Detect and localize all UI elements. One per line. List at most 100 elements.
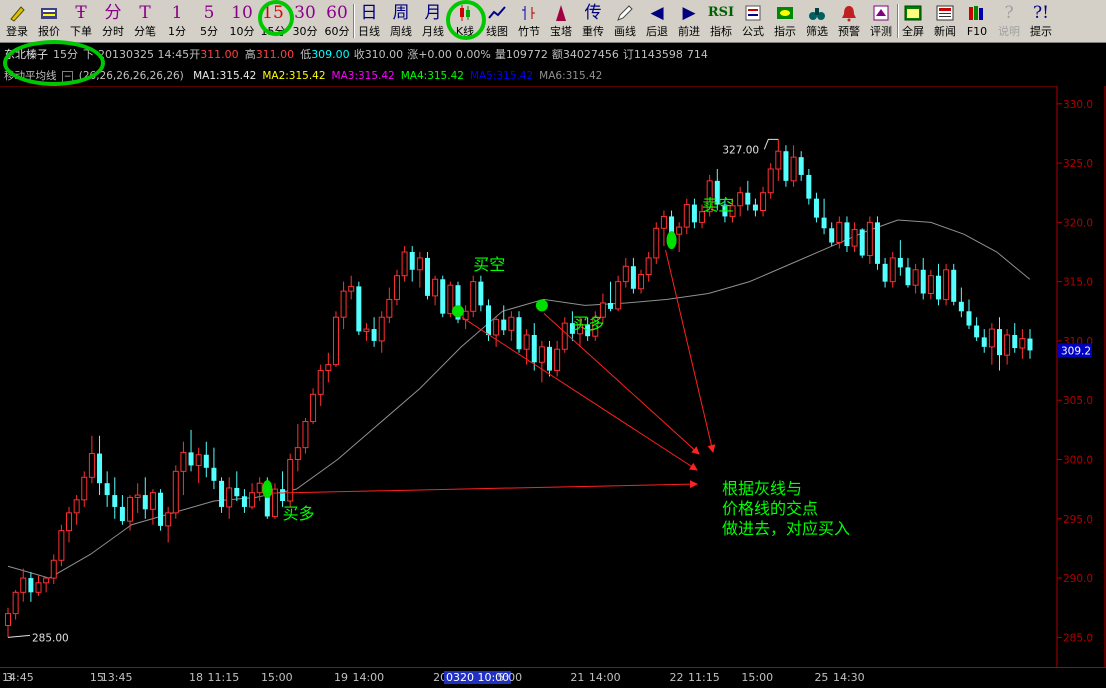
y-tick-label: 295.0 bbox=[1063, 514, 1093, 526]
toolbar-button-20[interactable]: ◀ 后退 bbox=[642, 1, 672, 41]
toolbar-label: F10 bbox=[966, 25, 988, 38]
toolbar-button-10[interactable]: 60 60分 bbox=[322, 1, 352, 41]
candle-body-down bbox=[783, 151, 789, 181]
toolbar-button-31[interactable]: ? 说明 bbox=[994, 1, 1024, 41]
candle-body-up bbox=[1019, 338, 1026, 349]
toolbar-button-4[interactable]: T 分笔 bbox=[130, 1, 160, 41]
candle-body-down bbox=[691, 204, 697, 223]
toolbar-button-5[interactable]: 1 1分 bbox=[162, 1, 192, 41]
toolbar-glyph: T bbox=[139, 3, 151, 23]
candle-body-down bbox=[485, 305, 491, 335]
toolbar-button-0[interactable]: 登录 bbox=[2, 1, 32, 41]
candle-body-down bbox=[806, 174, 812, 199]
y-tick-label: 330.0 bbox=[1063, 99, 1093, 111]
candle-body-down bbox=[752, 204, 758, 211]
toolbar-button-1[interactable]: 报价 bbox=[34, 1, 64, 41]
candle-body-up bbox=[378, 316, 385, 342]
toolbar-button-13[interactable]: 月月线 bbox=[418, 1, 448, 41]
binoculars-icon bbox=[802, 1, 832, 25]
ma-value-3: MA3:315.42 bbox=[331, 70, 395, 82]
y-tick-label: 290.0 bbox=[1063, 573, 1093, 585]
extra-value: 714 bbox=[686, 48, 708, 61]
toolbar-button-15[interactable]: 线图 bbox=[482, 1, 512, 41]
candle-body-up bbox=[172, 470, 179, 514]
candle-body-up bbox=[332, 316, 339, 366]
low-value: 309.00 bbox=[311, 48, 350, 61]
volume-label: 量 bbox=[494, 48, 506, 61]
change-pct: 0.00% bbox=[455, 48, 491, 61]
candle-body-down bbox=[905, 267, 911, 286]
candle-body-up bbox=[81, 476, 88, 501]
toolbar-button-12[interactable]: 周周线 bbox=[386, 1, 416, 41]
y-tick-label: 285.0 bbox=[1063, 632, 1093, 644]
signal-arrow bbox=[273, 480, 698, 494]
x-tick-label: 21 bbox=[570, 671, 585, 684]
toolbar-button-21[interactable]: ▶ 前进 bbox=[674, 1, 704, 41]
candle-body-up bbox=[340, 290, 347, 318]
toolbar-button-24[interactable]: 指示 bbox=[770, 1, 800, 41]
candle-body-down bbox=[630, 266, 636, 289]
toolbar-glyph: ? bbox=[1004, 3, 1014, 23]
toolbar-button-23[interactable]: 公式 bbox=[738, 1, 768, 41]
candle-body-up bbox=[43, 577, 50, 584]
candle-body-down bbox=[547, 346, 553, 371]
candle-body-up bbox=[866, 221, 873, 257]
toolbar-button-27[interactable]: 评测 bbox=[866, 1, 896, 41]
candle-body-down bbox=[97, 453, 103, 484]
candle-body-down bbox=[935, 275, 941, 300]
candle-body-up bbox=[302, 421, 309, 449]
close-label: 收 bbox=[353, 48, 365, 61]
toolbar-button-9[interactable]: 30 30分 bbox=[290, 1, 320, 41]
toolbar-button-3[interactable]: 分分时 bbox=[98, 1, 128, 41]
candle-body-down bbox=[516, 317, 522, 350]
last-price-label: 309.2 bbox=[1061, 345, 1091, 357]
candle-body-down bbox=[745, 192, 751, 205]
candle-body-down bbox=[501, 319, 507, 331]
candle-body-up bbox=[943, 269, 950, 300]
candle-body-up bbox=[50, 559, 57, 579]
toolbar-label: 前进 bbox=[678, 25, 700, 38]
toolbar-button-19[interactable]: 画线 bbox=[610, 1, 640, 41]
strategy-note-line: 价格线的交点 bbox=[722, 499, 818, 518]
quote-datetime: 20130325 14:45 bbox=[98, 48, 190, 61]
toolbar-button-18[interactable]: 传重传 bbox=[578, 1, 608, 41]
candle-body-up bbox=[310, 393, 317, 423]
toolbar-label: 10分 bbox=[229, 25, 255, 38]
candle-body-down bbox=[371, 329, 377, 341]
toolbar-label: 分时 bbox=[102, 25, 124, 38]
candle-body-up bbox=[226, 487, 233, 508]
open-value: 311.00 bbox=[200, 48, 239, 61]
toolbar-button-29[interactable]: 新闻 bbox=[930, 1, 960, 41]
candle-body-down bbox=[981, 337, 987, 347]
line-chart-icon bbox=[482, 1, 512, 25]
toolbar-button-26[interactable]: 预警 bbox=[834, 1, 864, 41]
toolbar-label: 登录 bbox=[6, 25, 28, 38]
toolbar-button-17[interactable]: 宝塔 bbox=[546, 1, 576, 41]
peak-pointer bbox=[763, 138, 779, 150]
toolbar-button-6[interactable]: 5 5分 bbox=[194, 1, 224, 41]
candlestick-chart: 330.0325.0320.0315.0310.0305.0300.0295.0… bbox=[0, 86, 1106, 667]
toolbar-label: 指示 bbox=[774, 25, 796, 38]
candle-body-up bbox=[12, 591, 19, 615]
candle-body-down bbox=[424, 257, 430, 296]
toolbar-label: 分笔 bbox=[134, 25, 156, 38]
toolbar-button-25[interactable]: 筛选 bbox=[802, 1, 832, 41]
candle-body-down bbox=[211, 467, 217, 481]
x-tick-label: 14:00 bbox=[352, 671, 385, 684]
candle-body-down bbox=[951, 269, 957, 302]
toolbar-button-16[interactable]: 竹节 bbox=[514, 1, 544, 41]
toolbar-label: 报价 bbox=[38, 25, 60, 38]
toolbar-button-30[interactable]: F10 bbox=[962, 1, 992, 41]
toolbar-button-28[interactable]: 全屏 bbox=[898, 1, 928, 41]
toolbar-button-2[interactable]: Ŧ 下单 bbox=[66, 1, 96, 41]
x-tick-label: 19 bbox=[333, 671, 348, 684]
news-icon bbox=[930, 1, 960, 25]
candle-body-up bbox=[58, 530, 65, 561]
toolbar-button-22[interactable]: RSI 指标 bbox=[706, 1, 736, 41]
open-interest-label: 订 bbox=[622, 48, 634, 61]
toolbar-button-11[interactable]: 日日线 bbox=[354, 1, 384, 41]
highlight-ring-kline bbox=[446, 0, 486, 40]
toolbar-button-7[interactable]: 10 10分 bbox=[226, 1, 258, 41]
x-tick-label: 14:00 bbox=[588, 671, 621, 684]
toolbar-button-32[interactable]: ?! 提示 bbox=[1026, 1, 1056, 41]
